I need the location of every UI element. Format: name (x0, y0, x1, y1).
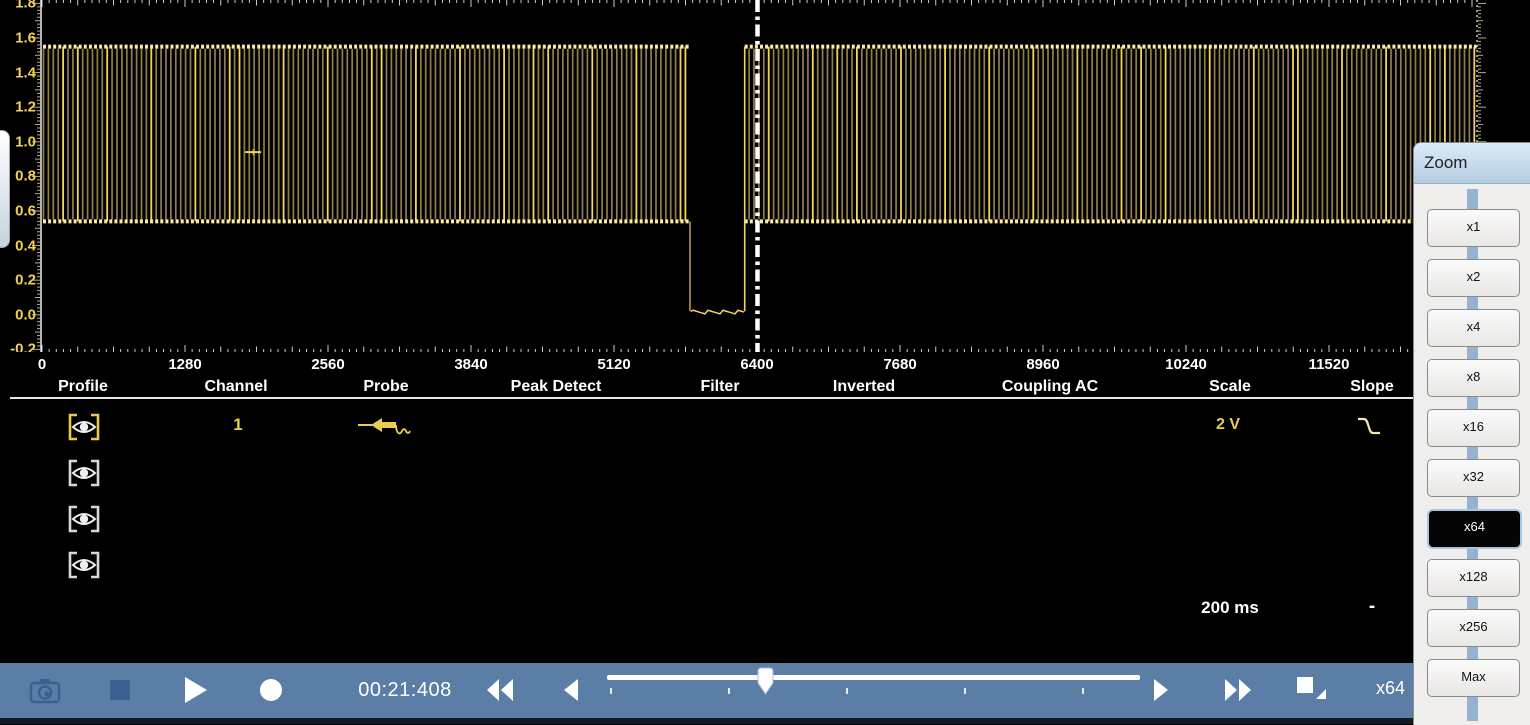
probe-icon[interactable] (357, 415, 413, 441)
x-axis-labels: 0 1280 2560 3840 5120 6400 7680 8960 10240 11520 (0, 352, 1530, 378)
play-button[interactable] (184, 676, 208, 704)
x-axis-label: 11520 (1309, 356, 1350, 373)
channel-table-header: Profile Channel Probe Peak Detect Filter Inve… (0, 378, 1530, 398)
playback-toolbar: 00:21:408 x64 (0, 663, 1530, 718)
y-axis-label: -0.2 (2, 341, 36, 352)
channel-value[interactable]: 1 (218, 415, 258, 435)
column-header-inverted: Inverted (833, 378, 895, 396)
slider-tick (610, 688, 612, 694)
x-axis-label: 3840 (454, 356, 487, 373)
zoom-button-x256[interactable]: x256 (1427, 609, 1520, 647)
zoom-button-x8[interactable]: x8 (1427, 359, 1520, 397)
eye-visibility-toggle[interactable] (67, 550, 101, 580)
slider-tick (1082, 688, 1084, 694)
playback-time: 00:21:408 (338, 679, 472, 702)
zoom-panel: Zoom x1 x2 x4 x8 x16 x32 x64 x128 x256 Max (1413, 142, 1530, 725)
eye-visibility-toggle[interactable] (67, 504, 101, 534)
record-button[interactable] (260, 679, 282, 701)
y-axis-label: 1.8 (2, 0, 36, 12)
zoom-button-max[interactable]: Max (1427, 659, 1520, 697)
waveform-canvas (0, 0, 1530, 352)
x-axis-label: 10240 (1165, 356, 1207, 373)
step-back-icon[interactable] (562, 678, 580, 702)
frame-icon[interactable] (1296, 676, 1328, 702)
seek-slider-thumb[interactable] (757, 667, 774, 696)
slider-tick (728, 688, 730, 694)
y-axis-label: 1.4 (2, 64, 36, 81)
column-header-slope: Slope (1350, 378, 1394, 396)
zoom-panel-title: Zoom (1414, 143, 1530, 184)
timebase-value[interactable]: 200 ms (1160, 598, 1300, 618)
column-header-peak-detect: Peak Detect (511, 378, 602, 396)
left-edge-handle[interactable] (0, 130, 10, 248)
zoom-button-x32[interactable]: x32 (1427, 459, 1520, 497)
x-axis-label: 0 (38, 356, 46, 373)
scope-app: 1.81.61.41.21.00.80.60.40.20.0-0.2 01280… (0, 0, 1530, 724)
zoom-button-x1[interactable]: x1 (1427, 209, 1520, 247)
y-axis-label: 0.0 (2, 306, 36, 323)
zoom-button-x16[interactable]: x16 (1427, 409, 1520, 447)
zoom-button-x128[interactable]: x128 (1427, 559, 1520, 597)
y-axis-label: 0.2 (2, 272, 36, 289)
y-axis-label: 1.2 (2, 99, 36, 116)
column-header-probe: Probe (363, 378, 408, 396)
fast-forward-icon[interactable] (1224, 678, 1254, 702)
bottom-strip (0, 718, 1530, 724)
y-axis-label: 1.6 (2, 30, 36, 47)
column-header-scale: Scale (1209, 378, 1251, 396)
column-header-filter: Filter (700, 378, 739, 396)
zoom-button-x4[interactable]: x4 (1427, 309, 1520, 347)
waveform-plot: 1.81.61.41.21.00.80.60.40.20.0-0.2 (0, 0, 1530, 352)
eye-visibility-toggle[interactable] (67, 412, 101, 442)
x-axis-label: 1280 (168, 356, 201, 373)
zoom-level-indicator: x64 (1376, 678, 1405, 699)
step-forward-icon[interactable] (1152, 678, 1170, 702)
zoom-button-x64[interactable]: x64 (1427, 509, 1522, 549)
x-axis-label: 8960 (1026, 356, 1059, 373)
x-axis-label: 2560 (311, 356, 344, 373)
x-axis-label: 5120 (597, 356, 630, 373)
slider-tick (846, 688, 848, 694)
slope-falling-icon[interactable] (1356, 415, 1384, 439)
timebase-slope: - (1362, 596, 1382, 618)
zoom-button-x2[interactable]: x2 (1427, 259, 1520, 297)
camera-icon[interactable] (28, 675, 62, 707)
seek-slider-track[interactable] (607, 675, 1140, 680)
eye-visibility-toggle[interactable] (67, 458, 101, 488)
scale-value[interactable]: 2 V (1193, 416, 1263, 434)
slider-tick (964, 688, 966, 694)
column-header-profile: Profile (58, 378, 108, 396)
rewind-icon[interactable] (486, 678, 516, 702)
column-header-channel: Channel (204, 378, 267, 396)
x-axis-label: 6400 (740, 356, 773, 373)
channel-table: 1 2 V (0, 399, 1530, 663)
x-axis-label: 7680 (883, 356, 916, 373)
stop-button[interactable] (110, 680, 130, 700)
column-header-coupling-ac: Coupling AC (1002, 378, 1098, 396)
